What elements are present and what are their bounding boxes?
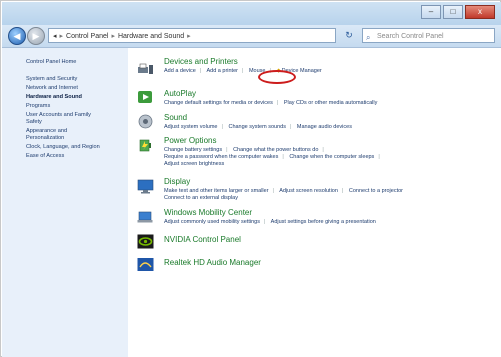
realtek-hd-audio-manager-title[interactable]: Realtek HD Audio Manager bbox=[164, 258, 261, 267]
battery-icon bbox=[139, 139, 151, 152]
explorer-window: – □ x ◀ ▶ ◂ ▸ Control Panel ▸ Hardware and S… bbox=[0, 0, 501, 357]
power-options-links-line2: Require a password when the computer wak… bbox=[164, 154, 380, 160]
chevron-icon: ▸ bbox=[59, 33, 64, 40]
link-adjust-system-volume[interactable]: Adjust system volume bbox=[164, 124, 218, 130]
main-content: Devices and Printers Add a device | Add a… bbox=[128, 48, 501, 357]
speaker-icon bbox=[138, 114, 153, 129]
windows-mobility-center-links: Adjust commonly used mobility settings | … bbox=[164, 219, 376, 225]
link-change-battery-settings[interactable]: Change battery settings bbox=[164, 147, 222, 153]
maximize-button[interactable]: □ bbox=[443, 5, 463, 19]
monitor-icon bbox=[137, 179, 154, 194]
nav-user-accounts-line2[interactable]: Safety bbox=[26, 119, 42, 126]
breadcrumb-hardware-and-sound[interactable]: Hardware and Sound bbox=[118, 33, 184, 40]
search-placeholder: Search Control Panel bbox=[377, 33, 444, 40]
link-adjust-resolution[interactable]: Adjust screen resolution bbox=[279, 188, 338, 194]
nav-control-panel-home[interactable]: Control Panel Home bbox=[26, 59, 76, 66]
autoplay-title[interactable]: AutoPlay bbox=[164, 89, 196, 98]
mobility-icon bbox=[137, 211, 153, 223]
link-adjust-presentation-settings[interactable]: Adjust settings before giving a presenta… bbox=[271, 219, 376, 225]
display-links-line1: Make text and other items larger or smal… bbox=[164, 188, 404, 194]
left-navigation-pane: Control Panel Home System and Security N… bbox=[2, 48, 128, 357]
nav-programs[interactable]: Programs bbox=[26, 103, 50, 110]
link-connect-projector[interactable]: Connect to a projector bbox=[349, 188, 403, 194]
devices-and-printers-links: Add a device | Add a printer | Mouse | ◆Dev… bbox=[164, 68, 322, 74]
nav-ease-of-access[interactable]: Ease of Access bbox=[26, 153, 64, 160]
window-controls: – □ x bbox=[419, 5, 495, 19]
nav-appearance-line1[interactable]: Appearance and bbox=[26, 128, 67, 135]
link-connect-external-display[interactable]: Connect to an external display bbox=[164, 195, 238, 201]
link-change-system-sounds[interactable]: Change system sounds bbox=[228, 124, 285, 130]
sound-title[interactable]: Sound bbox=[164, 113, 187, 122]
nav-clock-language-region[interactable]: Clock, Language, and Region bbox=[26, 144, 100, 151]
back-button[interactable]: ◀ bbox=[8, 27, 26, 45]
link-change-sleep[interactable]: Change when the computer sleeps bbox=[289, 154, 374, 160]
forward-button[interactable]: ▶ bbox=[27, 27, 45, 45]
power-options-links-line3: Adjust screen brightness bbox=[164, 161, 228, 168]
chevron-icon: ▸ bbox=[187, 33, 191, 40]
chevron-icon: ▸ bbox=[111, 33, 115, 40]
nav-hardware-and-sound[interactable]: Hardware and Sound bbox=[26, 94, 82, 101]
nav-network-and-internet[interactable]: Network and Internet bbox=[26, 85, 78, 92]
nvidia-control-panel-title[interactable]: NVIDIA Control Panel bbox=[164, 235, 241, 244]
display-title[interactable]: Display bbox=[164, 177, 190, 186]
link-add-a-device[interactable]: Add a device bbox=[164, 68, 196, 74]
search-input[interactable]: ⌕ Search Control Panel bbox=[362, 28, 495, 43]
link-adjust-mobility-settings[interactable]: Adjust commonly used mobility settings bbox=[164, 219, 260, 225]
link-require-password[interactable]: Require a password when the computer wak… bbox=[164, 154, 278, 160]
close-button[interactable]: x bbox=[465, 5, 495, 19]
nav-appearance-line2[interactable]: Personalization bbox=[26, 135, 64, 142]
title-bar[interactable]: – □ x bbox=[2, 2, 501, 25]
link-change-default-settings[interactable]: Change default settings for media or dev… bbox=[164, 100, 273, 106]
nav-system-and-security[interactable]: System and Security bbox=[26, 76, 77, 83]
windows-mobility-center-title[interactable]: Windows Mobility Center bbox=[164, 208, 252, 217]
autoplay-icon bbox=[138, 91, 152, 103]
link-adjust-brightness[interactable]: Adjust screen brightness bbox=[164, 161, 224, 167]
breadcrumb-control-panel[interactable]: Control Panel bbox=[66, 33, 108, 40]
link-play-cds[interactable]: Play CDs or other media automatically bbox=[284, 100, 378, 106]
link-make-text-larger[interactable]: Make text and other items larger or smal… bbox=[164, 188, 269, 194]
refresh-icon[interactable]: ↻ bbox=[342, 28, 356, 43]
autoplay-links: Change default settings for media or dev… bbox=[164, 100, 378, 106]
display-links-line2: Connect to an external display bbox=[164, 195, 242, 202]
link-add-a-printer[interactable]: Add a printer bbox=[206, 68, 238, 74]
navigation-bar: ◀ ▶ ◂ ▸ Control Panel ▸ Hardware and Sound ▸ … bbox=[2, 25, 501, 48]
nav-user-accounts-line1[interactable]: User Accounts and Family bbox=[26, 112, 91, 119]
minimize-button[interactable]: – bbox=[421, 5, 441, 19]
search-icon: ⌕ bbox=[366, 33, 371, 42]
realtek-icon bbox=[137, 258, 154, 271]
link-change-power-buttons[interactable]: Change what the power buttons do bbox=[233, 147, 318, 153]
mouse-highlight-circle bbox=[258, 70, 296, 84]
power-options-title[interactable]: Power Options bbox=[164, 136, 216, 145]
address-bar[interactable]: ◂ ▸ Control Panel ▸ Hardware and Sound ▸ bbox=[48, 28, 336, 43]
devices-and-printers-title[interactable]: Devices and Printers bbox=[164, 57, 238, 66]
nvidia-icon bbox=[137, 234, 154, 249]
printer-icon bbox=[138, 63, 153, 74]
sound-links: Adjust system volume | Change system soun… bbox=[164, 124, 352, 130]
power-options-links-line1: Change battery settings | Change what the… bbox=[164, 147, 324, 153]
link-manage-audio-devices[interactable]: Manage audio devices bbox=[297, 124, 352, 130]
root-arrow-icon[interactable]: ◂ bbox=[53, 33, 57, 40]
